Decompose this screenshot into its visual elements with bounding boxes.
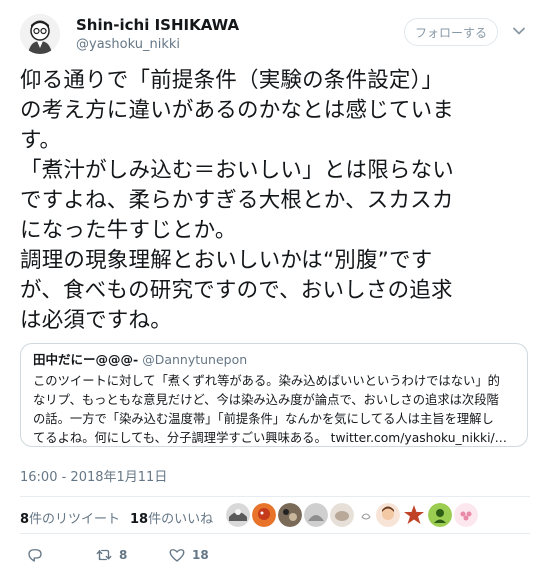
like-count: 18 (192, 548, 209, 562)
divider (20, 496, 530, 497)
tweet-timestamp[interactable]: 16:00 - 2018年1月11日 (20, 466, 167, 485)
author-handle[interactable]: @yashoku_nikki (76, 36, 239, 54)
follow-button[interactable]: フォローする (404, 18, 498, 46)
quote-line: の話。一方で「染み込む温度帯」「前提条件」なんかを気にしてる人は主旨を理解し (33, 412, 494, 426)
tweet-line: が、食べもの研究ですので、おいしさの追求 (20, 278, 453, 303)
tweet-line: 調理の現象理解とおいしいかは“別腹”です (20, 248, 433, 273)
liker-avatar-10[interactable] (454, 503, 478, 527)
quoted-author-handle: @Dannytunepon (142, 352, 248, 367)
author-avatar[interactable] (20, 14, 60, 54)
tweet-line: 仰る通りで「前提条件（実験の条件設定）」 (20, 68, 444, 93)
liker-avatar-5[interactable] (330, 503, 354, 527)
quoted-tweet[interactable]: 田中だにー@@@- @Dannytunepon このツイートに対して「煮くずれ等が… (20, 343, 528, 447)
tweet-text: 仰る通りで「前提条件（実験の条件設定）」 の考え方に違いがあるのかなとは感じてい… (20, 66, 530, 336)
divider (20, 533, 530, 534)
liker-avatar-8[interactable] (402, 503, 426, 527)
retweet-stat-count: 8 (20, 512, 30, 527)
quoted-tweet-text: このツイートに対して「煮くずれ等がある。染み込めばいいというわけではない」的 な… (33, 372, 515, 448)
tweet-line: す。 (20, 128, 62, 153)
quoted-author-name: 田中だにー@@@- (33, 352, 139, 367)
tweet-line: は必須ですね。 (20, 308, 172, 333)
heart-icon (169, 549, 185, 562)
liker-avatar-6[interactable] (354, 503, 378, 527)
tweet-line: ですよね、柔らかすぎる大根とか、スカスカ (20, 188, 454, 213)
retweet-stat-label: 件のリツイート (29, 512, 121, 527)
retweet-stat[interactable]: 8件のリツイート (20, 508, 120, 527)
quote-line: このツイートに対して「煮くずれ等がある。染み込めばいいというわけではない」的 (33, 374, 500, 388)
engagement-stats: 8件のリツイート 18件のいいね (20, 500, 530, 532)
author-display-name[interactable]: Shin-ichi ISHIKAWA (76, 16, 239, 34)
like-stat-label: 件のいいね (148, 512, 214, 527)
retweet-count: 8 (119, 548, 128, 562)
tweet-line: 「煮汁がしみ込む＝おいしい」とは限らない (20, 158, 455, 183)
liker-avatar-2[interactable] (252, 503, 276, 527)
tweet-line: の考え方に違いがあるのかなとは感じていま (20, 98, 455, 123)
retweet-icon (96, 549, 112, 561)
liker-avatar-4[interactable] (304, 503, 328, 527)
like-stat-count: 18 (130, 512, 149, 527)
tweet-line: になった牛すじとか。 (20, 218, 237, 243)
quote-line: なリプ、もっともな意見だけど、今は染み込み度が論点で、おいしさの追求は次段階 (33, 393, 499, 407)
like-button[interactable]: 18 (168, 545, 209, 565)
liker-avatar-1[interactable] (226, 503, 250, 527)
reply-icon (28, 549, 42, 562)
tweet-actions: 8 18 (20, 545, 530, 569)
liker-avatar-3[interactable] (278, 503, 302, 527)
reply-button[interactable] (26, 545, 44, 565)
retweet-button[interactable]: 8 (95, 545, 127, 565)
like-stat[interactable]: 18件のいいね (130, 508, 213, 527)
tweet-header: Shin-ichi ISHIKAWA @yashoku_nikki フォローする (20, 14, 532, 58)
quote-line: てるよね。何にしても、分子調理学すごい興味ある。 twitter.com/yas… (33, 431, 507, 445)
liker-avatar-7[interactable] (376, 503, 400, 527)
chevron-down-icon[interactable] (512, 24, 526, 38)
liker-avatar-9[interactable] (428, 503, 452, 527)
